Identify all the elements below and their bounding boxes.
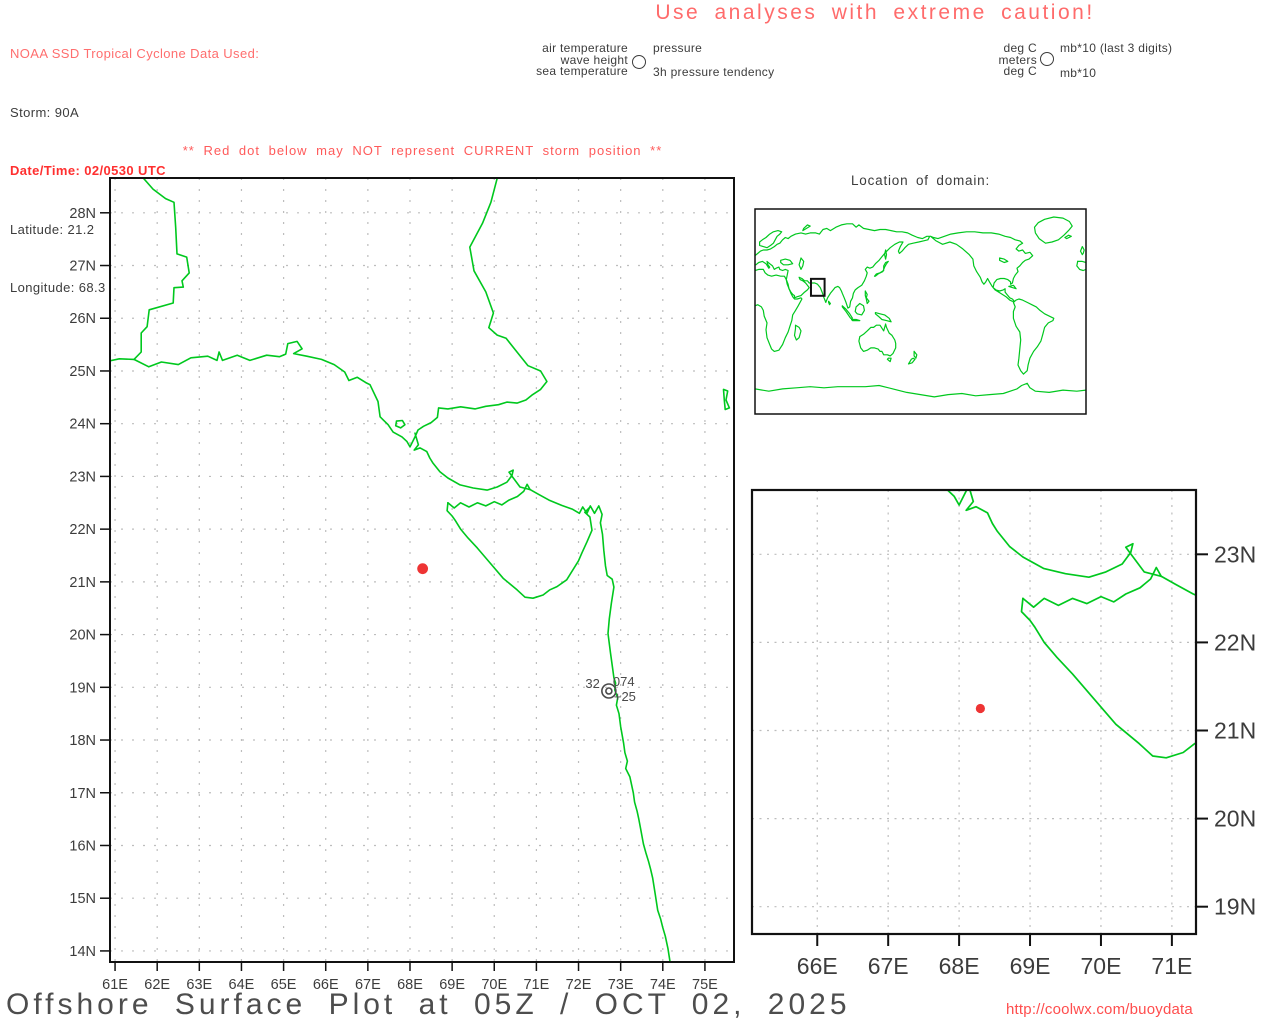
lat-tick-label: 19N xyxy=(69,680,96,696)
map-frame xyxy=(750,488,1198,936)
station-plot: 32 074+25 xyxy=(585,674,636,704)
station-circle-icon xyxy=(1040,52,1054,66)
coastline-path xyxy=(1033,216,1073,244)
station-circle-icon xyxy=(632,55,646,69)
plot-title: Offshore Surface Plot at 05Z / OCT 02, 2… xyxy=(6,988,851,1021)
map-frame xyxy=(754,208,1087,415)
legend-mb10-label: mb*10 xyxy=(1060,66,1097,80)
coastline-path xyxy=(874,312,892,323)
buoydata-url-link[interactable]: http://coolwx.com/buoydata xyxy=(1006,1001,1193,1018)
coastline-path xyxy=(1079,246,1085,256)
legend-pressure-tendency-label: 3h pressure tendency xyxy=(653,65,775,79)
red-dot-warning: ** Red dot below may NOT represent CURRE… xyxy=(182,143,663,158)
inset-title: Location of domain: xyxy=(850,173,991,188)
coastline-path xyxy=(1022,566,1163,609)
legend-pressure-label: pressure xyxy=(653,41,703,55)
lat-tick-label: 23N xyxy=(1214,541,1256,567)
coastline-path xyxy=(446,502,593,599)
lat-tick-label: 23N xyxy=(69,469,96,485)
coastline-path xyxy=(133,178,190,361)
lon-tick-label: 70E xyxy=(1080,953,1121,979)
lat-tick-label: 24N xyxy=(69,417,96,433)
storm-position-dot xyxy=(417,563,429,575)
legend-degc-label-2: deg C xyxy=(1003,64,1037,79)
station-tendency-value: +25 xyxy=(614,689,636,704)
station-inner-circle-icon xyxy=(605,687,613,695)
coastline-path xyxy=(850,318,861,322)
coastline-path xyxy=(798,257,805,270)
coastline-path xyxy=(913,350,918,359)
zoomed-domain-map: 66E 67E 68E 69E 70E 71E 19N 20N 21N 22N 23N xyxy=(750,488,1256,979)
coastline-path xyxy=(1012,298,1055,375)
legend-units-left: deg C meters deg C xyxy=(950,42,1037,79)
lat-tick-label: 18N xyxy=(69,733,96,749)
lon-tick-label: 69E xyxy=(1010,953,1051,979)
coastline-path xyxy=(1077,260,1086,264)
lat-tick-label: 21N xyxy=(1214,718,1256,744)
station-pressure-value: 074 xyxy=(613,674,635,689)
main-surface-map: 61E 62E 63E 64E 65E 66E 67E 68E 69E 70E 71E 72E 73E 7… xyxy=(69,177,735,993)
coastline-path xyxy=(722,388,731,411)
coastline-path xyxy=(864,290,870,305)
lat-tick-label: 22N xyxy=(1214,629,1256,655)
lat-tick-label: 22N xyxy=(69,522,96,538)
coastline-path xyxy=(110,178,548,448)
lon-tick-label: 66E xyxy=(797,953,838,979)
coastline-path xyxy=(1008,284,1017,290)
coastline-path xyxy=(793,324,802,341)
lat-tick-label: 20N xyxy=(1214,806,1256,832)
world-map-content xyxy=(755,216,1086,398)
storm-position-dot xyxy=(975,703,985,714)
coastline-path xyxy=(999,257,1009,264)
coastline-path xyxy=(946,490,968,506)
lat-tick-label: 27N xyxy=(69,259,96,275)
coastline-path xyxy=(884,249,888,260)
lat-tick-label: 14N xyxy=(69,944,96,960)
coastline-path xyxy=(930,231,1034,302)
coastline-path xyxy=(780,258,794,266)
coastline-path xyxy=(886,357,892,363)
coastline-path xyxy=(802,224,811,232)
coastline-path xyxy=(854,302,865,316)
lat-tick-label: 19N xyxy=(1214,894,1256,920)
world-inset-map xyxy=(754,208,1087,415)
caution-headline: Use analyses with extreme caution! xyxy=(655,1,1095,24)
station-temp-value: 32 xyxy=(585,676,599,691)
coastline-path xyxy=(759,230,783,249)
lat-tick-label: 17N xyxy=(69,786,96,802)
lat-tick-label: 25N xyxy=(69,364,96,380)
buoy-plot-page: { "header": { "source": "NOAA SSD Tropic… xyxy=(0,0,1280,1024)
lat-tick-label: 20N xyxy=(69,628,96,644)
coastline-path xyxy=(755,223,931,309)
coastline-path xyxy=(1076,260,1086,272)
lat-tick-label: 15N xyxy=(69,891,96,907)
lat-tick-label: 16N xyxy=(69,838,96,854)
coastline-path xyxy=(755,268,803,352)
legend-mb10-digits-label: mb*10 (last 3 digits) xyxy=(1060,41,1173,55)
coastline-path xyxy=(447,483,531,509)
lon-tick-label: 71E xyxy=(1151,953,1192,979)
storm-id-line: Storm: 90A xyxy=(10,104,80,120)
coastline-path xyxy=(858,323,897,357)
coastline-path xyxy=(1064,234,1072,240)
coastline-path xyxy=(828,300,831,306)
coastline-path xyxy=(873,260,889,277)
data-source-line: NOAA SSD Tropical Cyclone Data Used: xyxy=(10,46,260,61)
lon-tick-label: 67E xyxy=(868,953,909,979)
lat-tick-label: 28N xyxy=(69,206,96,222)
coastline-path xyxy=(755,382,1086,398)
legend-sea-temperature-label: sea temperature xyxy=(536,64,628,79)
lat-tick-label: 21N xyxy=(69,575,96,591)
lat-tick-label: 26N xyxy=(69,311,96,327)
coastline-path xyxy=(907,357,916,365)
legend-variables-left: air temperature wave height sea temperat… xyxy=(440,42,628,79)
lon-tick-label: 68E xyxy=(939,953,980,979)
